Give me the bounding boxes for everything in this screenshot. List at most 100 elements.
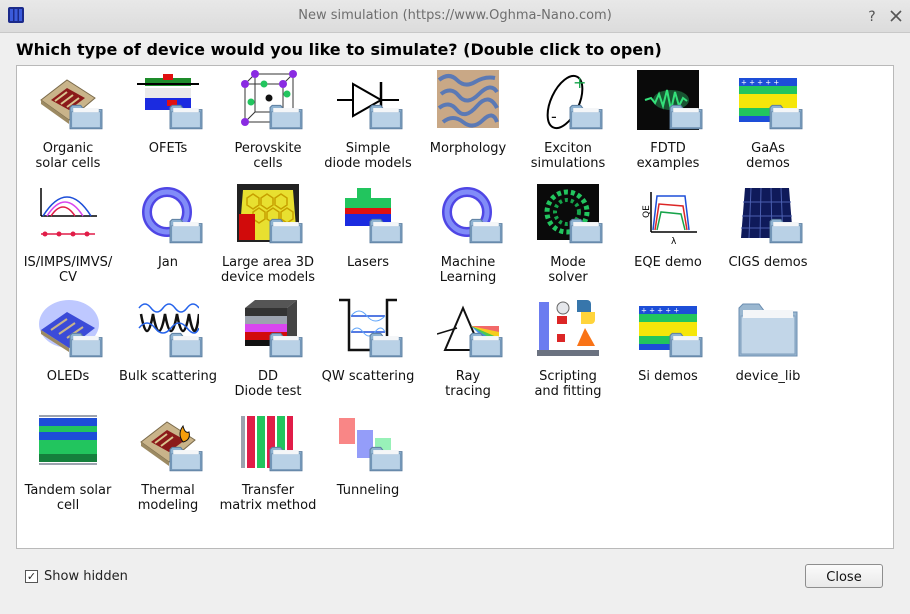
- device-item-bulk-scattering[interactable]: Bulk scattering: [118, 296, 218, 410]
- help-icon[interactable]: ?: [865, 9, 879, 23]
- item-label: Tandem solar: [24, 483, 112, 498]
- folder-icon: [169, 444, 203, 472]
- folder-icon: [738, 303, 798, 357]
- folder-icon: [469, 330, 503, 358]
- device-item-oleds[interactable]: OLEDs: [18, 296, 118, 410]
- folder-icon: [669, 102, 703, 130]
- item-label: Tunneling: [336, 483, 400, 498]
- item-label: EQE demo: [634, 255, 702, 270]
- svg-text:λ: λ: [671, 237, 677, 246]
- item-label: solar cells: [35, 156, 101, 171]
- folder-icon: [169, 102, 203, 130]
- svg-text:+: +: [573, 73, 586, 92]
- item-label: Machine: [440, 255, 496, 270]
- svg-text:+ + + + +: + + + + +: [741, 79, 779, 87]
- device-item-si-demos[interactable]: + + + + + Si demos: [618, 296, 718, 410]
- title-bar: New simulation (https://www.Oghma-Nano.c…: [0, 0, 910, 33]
- folder-icon: [569, 216, 603, 244]
- eqe-icon: QE λ: [642, 192, 697, 246]
- device-item-dd-diode-test[interactable]: DD Diode test: [218, 296, 318, 410]
- device-item-mode-solver[interactable]: Mode solver: [518, 182, 618, 296]
- checkbox-box[interactable]: ✓: [25, 570, 38, 583]
- device-item-ofets[interactable]: OFETs: [118, 68, 218, 182]
- folder-icon: [269, 216, 303, 244]
- device-item-scripting-and-fitting[interactable]: Scripting and fitting: [518, 296, 618, 410]
- device-item-transfer-matrix-method[interactable]: Transfer matrix method: [218, 410, 318, 524]
- device-item-is-imps-imvs-cv[interactable]: IS/IMPS/IMVS/CV: [18, 182, 118, 296]
- item-label: OFETs: [148, 141, 188, 156]
- folder-icon: [269, 330, 303, 358]
- folder-icon: [669, 330, 703, 358]
- item-label: Lasers: [346, 255, 390, 270]
- item-label: IS/IMPS/IMVS/: [23, 255, 113, 270]
- device-item-tandem-solar-cell[interactable]: Tandem solar cell: [18, 410, 118, 524]
- folder-icon: [369, 102, 403, 130]
- device-item-simple-diode-models[interactable]: Simple diode models: [318, 68, 418, 182]
- item-label: CV: [59, 270, 77, 285]
- device-item-large-area-3d[interactable]: Large area 3D device models: [218, 182, 318, 296]
- item-label: Transfer: [241, 483, 295, 498]
- device-item-eqe-demo[interactable]: QE λ EQE demo: [618, 182, 718, 296]
- item-label: FDTD: [650, 141, 686, 156]
- is-imps-icon: [40, 188, 97, 237]
- item-label: QW scattering: [321, 369, 415, 384]
- item-label: solver: [548, 270, 588, 285]
- item-label: device_lib: [735, 369, 801, 384]
- item-label: Perovskite: [234, 141, 302, 156]
- device-item-gaas-demos[interactable]: + + + + + GaAs demos: [718, 68, 818, 182]
- svg-text:+ + + + +: + + + + +: [641, 307, 679, 315]
- scripting-icon: [537, 300, 599, 356]
- svg-text:?: ?: [868, 9, 875, 23]
- item-label: OLEDs: [46, 369, 90, 384]
- item-label: Scripting: [539, 369, 597, 384]
- item-label: Learning: [439, 270, 497, 285]
- tandem-icon: [39, 415, 97, 465]
- folder-icon: [69, 102, 103, 130]
- show-hidden-label: Show hidden: [44, 569, 128, 584]
- folder-icon: [369, 216, 403, 244]
- item-label: Bulk scattering: [119, 369, 217, 384]
- item-label: Diode test: [234, 384, 302, 399]
- item-label: Exciton: [544, 141, 592, 156]
- item-label: Organic: [42, 141, 94, 156]
- device-item-tunneling[interactable]: Tunneling: [318, 410, 418, 524]
- svg-text:QE: QE: [642, 205, 652, 218]
- item-label: Jan: [157, 255, 179, 270]
- item-label: Si demos: [638, 369, 698, 384]
- close-window-icon[interactable]: [889, 9, 903, 23]
- device-item-ray-tracing[interactable]: Ray tracing: [418, 296, 518, 410]
- device-item-organic-solar-cells[interactable]: Organic solar cells: [18, 68, 118, 182]
- device-item-cigs-demos[interactable]: CIGS demos: [718, 182, 818, 296]
- device-item-fdtd-examples[interactable]: FDTD examples: [618, 68, 718, 182]
- device-item-thermal-modeling[interactable]: Thermal modeling: [118, 410, 218, 524]
- device-item-jan[interactable]: Jan: [118, 182, 218, 296]
- device-item-qw-scattering[interactable]: QW scattering: [318, 296, 418, 410]
- item-label: modeling: [137, 498, 199, 513]
- device-item-machine-learning[interactable]: Machine Learning: [418, 182, 518, 296]
- item-label: tracing: [445, 384, 491, 399]
- folder-icon: [169, 330, 203, 358]
- item-label: simulations: [530, 156, 606, 171]
- device-item-exciton-simulations[interactable]: + - Exciton simulations: [518, 68, 618, 182]
- device-item-device-lib[interactable]: device_lib: [718, 296, 818, 410]
- item-label: demos: [746, 156, 790, 171]
- folder-icon: [369, 444, 403, 472]
- folder-icon: [769, 102, 803, 130]
- folder-icon: [269, 102, 303, 130]
- device-item-morphology[interactable]: Morphology: [418, 68, 518, 182]
- item-label: Large area 3D: [221, 255, 315, 270]
- item-label: cells: [253, 156, 283, 171]
- item-label: diode models: [324, 156, 412, 171]
- close-button[interactable]: Close: [805, 564, 883, 588]
- folder-icon: [769, 216, 803, 244]
- page-title: Which type of device would you like to s…: [16, 40, 662, 59]
- svg-text:-: -: [551, 107, 557, 126]
- window-title: New simulation (https://www.Oghma-Nano.c…: [298, 8, 612, 23]
- item-label: Simple: [345, 141, 391, 156]
- folder-icon: [169, 216, 203, 244]
- device-item-lasers[interactable]: Lasers: [318, 182, 418, 296]
- device-item-perovskite-cells[interactable]: Perovskite cells: [218, 68, 318, 182]
- device-grid: Organic solar cells OFETs Perovskite cel…: [16, 65, 894, 549]
- item-label: CIGS demos: [728, 255, 808, 270]
- show-hidden-checkbox[interactable]: ✓ Show hidden: [25, 569, 128, 584]
